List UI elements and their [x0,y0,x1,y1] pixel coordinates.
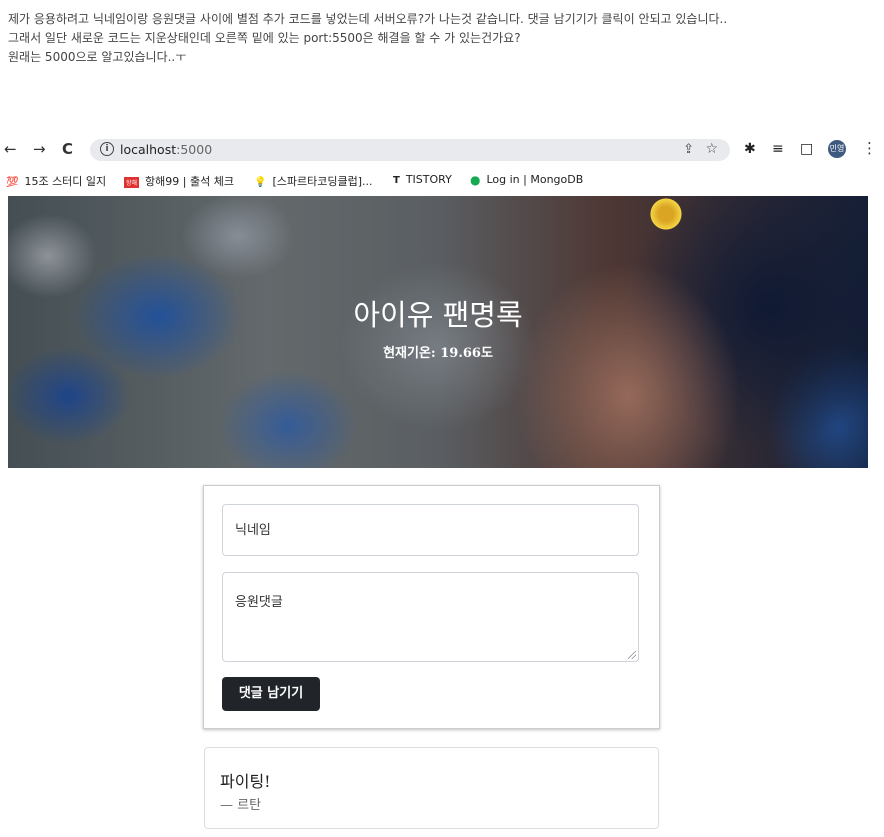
bookmark-item[interactable]: 항해 항해99 | 출석 체크 [124,173,234,189]
question-post: 제가 응용하려고 닉네임이랑 응원댓글 사이에 별점 추가 코드를 넣었는데 서… [8,10,727,67]
mongodb-leaf-icon: ● [470,173,481,187]
bookmarks-bar: 💯 15조 스터디 일지 항해 항해99 | 출석 체크 💡 [스파르타코딩클럽]..… [0,171,884,189]
bookmark-label: 항해99 | 출석 체크 [145,175,234,188]
nickname-input[interactable]: 닉네임 [222,504,639,556]
post-line: 원래는 5000으로 알고있습니다..ㅜ [8,50,187,64]
hero-banner: 아이유 팬명록 현재기온: 19.66도 [8,196,868,468]
url-text[interactable]: localhost:5000 [120,142,212,157]
tistory-icon: T [393,174,400,186]
bookmark-item[interactable]: ● Log in | MongoDB [470,173,583,187]
post-line: 그래서 일단 새로운 코드는 지운상태인데 오른쪽 밑에 있는 port:550… [8,31,521,45]
browser-chrome: ← → C i localhost:5000 ⇪ ☆ ✱ ≡ □ 민영 ⋮ 💯 1… [0,138,884,196]
hundred-points-icon: 💯 [6,176,19,188]
side-panel-icon[interactable]: □ [800,141,813,157]
bookmark-item[interactable]: 💡 [스파르타코딩클럽]... [254,173,373,189]
comment-form: 닉네임 응원댓글 댓글 남기기 [203,485,660,729]
temperature-text: 현재기온: 19.66도 [383,346,493,361]
reading-list-icon[interactable]: ≡ [772,141,784,157]
comment-author: — 르탄 [220,798,262,813]
hanghae-logo-icon: 항해 [124,176,140,188]
url-host: localhost [120,142,177,157]
extensions-icon[interactable]: ✱ [744,141,756,157]
bookmark-item[interactable]: T TISTORY [393,173,452,186]
share-icon[interactable]: ⇪ [683,142,694,157]
bookmark-label: Log in | MongoDB [486,173,584,186]
bookmark-label: 15조 스터디 일지 [24,175,107,188]
bookmark-item[interactable]: 💯 15조 스터디 일지 [6,173,106,189]
page-title: 아이유 팬명록 [353,298,523,332]
menu-icon[interactable]: ⋮ [862,139,877,157]
submit-comment-button[interactable]: 댓글 남기기 [222,677,320,711]
lightbulb-icon: 💡 [254,176,267,188]
comment-placeholder: 응원댓글 [235,595,283,610]
hero-text: 아이유 팬명록 현재기온: 19.66도 [8,196,868,468]
profile-avatar[interactable]: 민영 [828,140,846,158]
resize-handle-icon[interactable] [628,651,636,659]
browser-toolbar: ← → C i localhost:5000 ⇪ ☆ ✱ ≡ □ 민영 ⋮ [0,138,884,162]
comment-textarea[interactable]: 응원댓글 [222,572,639,662]
comment-card: 파이팅! — 르탄 [204,747,659,829]
post-line: 제가 응용하려고 닉네임이랑 응원댓글 사이에 별점 추가 코드를 넣었는데 서… [8,12,728,26]
url-port: :5000 [176,142,213,157]
back-button[interactable]: ← [4,140,17,158]
bookmark-star-icon[interactable]: ☆ [705,141,718,157]
site-info-icon[interactable]: i [100,142,114,156]
bookmark-label: [스파르타코딩클럽]... [272,175,373,188]
reload-button[interactable]: C [62,140,73,158]
address-bar[interactable]: i localhost:5000 ⇪ ☆ [90,139,730,161]
bookmark-label: TISTORY [405,173,452,186]
comment-text: 파이팅! [220,772,271,791]
forward-button[interactable]: → [33,140,46,158]
